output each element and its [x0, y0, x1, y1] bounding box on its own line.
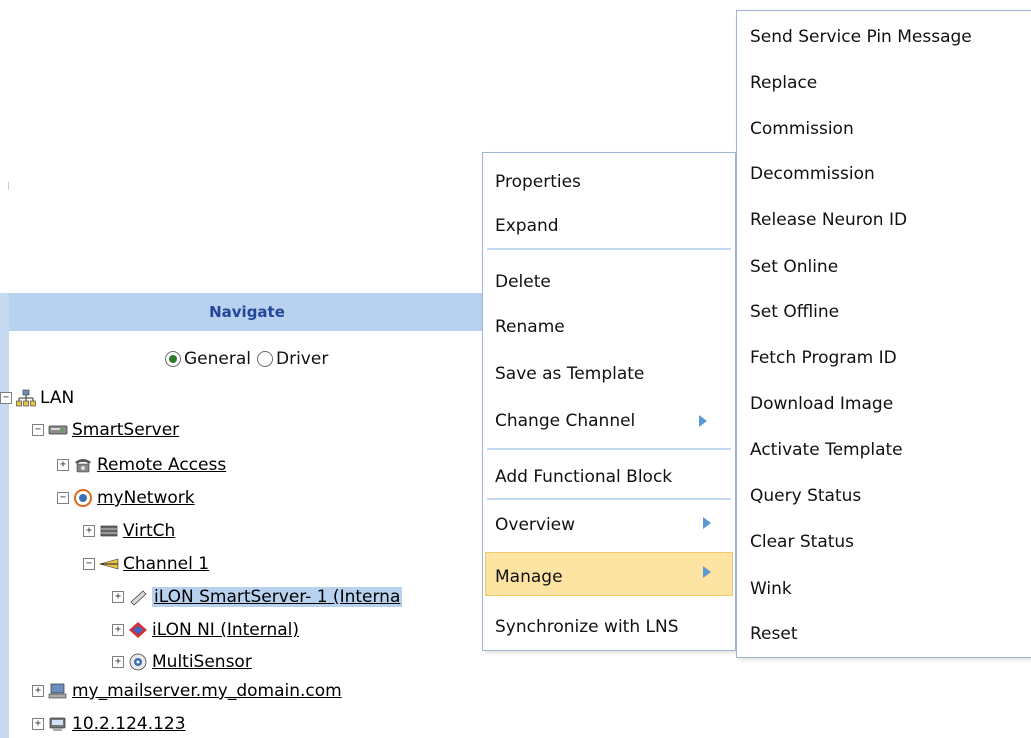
menu-item-manage[interactable]: Manage — [495, 565, 563, 589]
menu-item-delete[interactable]: Delete — [495, 270, 551, 294]
expand-toggle[interactable]: + — [32, 718, 44, 730]
virtual-channel-icon — [99, 522, 119, 540]
tree-link-channel1[interactable]: Channel 1 — [123, 554, 209, 574]
collapse-toggle[interactable]: − — [83, 558, 95, 570]
collapse-toggle[interactable]: − — [0, 392, 12, 404]
radio-driver-option[interactable]: Driver — [257, 349, 328, 369]
submenu-item-set-online[interactable]: Set Online — [750, 255, 838, 279]
menu-item-change-channel[interactable]: Change Channel — [495, 409, 635, 433]
remote-device-icon — [48, 715, 68, 733]
tree-link-remote-access[interactable]: Remote Access — [97, 455, 226, 475]
network-lan-icon — [16, 389, 36, 407]
menu-separator — [487, 498, 731, 500]
submenu-item-clear-status[interactable]: Clear Status — [750, 530, 854, 554]
computer-icon — [48, 682, 68, 700]
menu-item-properties[interactable]: Properties — [495, 170, 581, 194]
tree-item-smartserver[interactable]: − SmartServer — [32, 418, 179, 442]
tree-item-lan[interactable]: − LAN — [0, 386, 74, 410]
submenu-item-send-service-pin[interactable]: Send Service Pin Message — [750, 25, 972, 49]
tree-item-ilon-ni[interactable]: + iLON NI (Internal) — [112, 618, 299, 642]
server-icon — [48, 421, 68, 439]
submenu-item-decommission[interactable]: Decommission — [750, 162, 875, 186]
submenu-item-wink[interactable]: Wink — [750, 577, 792, 601]
tree-link-smartserver[interactable]: SmartServer — [72, 420, 179, 440]
channel-icon — [98, 555, 119, 573]
navigate-panel: Navigate General Driver − LAN − SmartSer… — [0, 293, 485, 738]
submenu-item-reset[interactable]: Reset — [750, 622, 798, 646]
tree-item-channel1[interactable]: − Channel 1 — [83, 552, 209, 576]
radio-general-option[interactable]: General — [165, 349, 251, 369]
tree-link-ilon-smartserver[interactable]: iLON SmartServer- 1 (Interna — [152, 587, 403, 607]
submenu-item-activate-template[interactable]: Activate Template — [750, 438, 903, 462]
submenu-item-replace[interactable]: Replace — [750, 71, 817, 95]
tree-link-ip[interactable]: 10.2.124.123 — [72, 714, 186, 734]
radio-general-button[interactable] — [165, 351, 181, 367]
submenu-item-set-offline[interactable]: Set Offline — [750, 300, 839, 324]
submenu-item-commission[interactable]: Commission — [750, 117, 854, 141]
expand-toggle[interactable]: + — [83, 525, 95, 537]
radio-general-label: General — [184, 349, 251, 369]
expand-toggle[interactable]: + — [32, 685, 44, 697]
tree-link-virtch[interactable]: VirtCh — [123, 521, 175, 541]
tree-link-ilon-ni[interactable]: iLON NI (Internal) — [152, 620, 299, 640]
radio-driver-button[interactable] — [257, 351, 273, 367]
device-icon — [128, 588, 148, 606]
menu-separator — [487, 448, 731, 450]
tree-link-multisensor[interactable]: MultiSensor — [152, 652, 252, 672]
submenu-item-download-image[interactable]: Download Image — [750, 392, 893, 416]
navigate-left-bar — [0, 293, 9, 738]
tree-item-mynetwork[interactable]: − myNetwork — [57, 486, 195, 510]
expand-toggle[interactable]: + — [112, 624, 124, 636]
navigate-header: Navigate — [9, 293, 485, 331]
radio-driver-label: Driver — [276, 349, 329, 369]
stray-tick-mark — [8, 182, 9, 190]
lns-network-icon — [73, 489, 93, 507]
tree-label-lan: LAN — [40, 388, 75, 408]
tree-item-remote-access[interactable]: + Remote Access — [57, 453, 226, 477]
tree-link-mynetwork[interactable]: myNetwork — [97, 488, 195, 508]
menu-item-synchronize[interactable]: Synchronize with LNS — [495, 615, 679, 639]
tree-item-virtch[interactable]: + VirtCh — [83, 519, 175, 543]
menu-item-expand[interactable]: Expand — [495, 214, 559, 238]
submenu-arrow-icon — [699, 415, 707, 427]
context-menu: Properties Expand Delete Rename Save as … — [482, 152, 736, 651]
submenu-arrow-icon — [703, 517, 711, 529]
collapse-toggle[interactable]: − — [57, 492, 69, 504]
menu-item-add-functional-block[interactable]: Add Functional Block — [495, 465, 672, 489]
menu-separator — [487, 248, 731, 250]
tree-link-mailserver[interactable]: my_mailserver.my_domain.com — [72, 681, 342, 701]
expand-toggle[interactable]: + — [57, 459, 69, 471]
tree-item-ip[interactable]: + 10.2.124.123 — [32, 712, 186, 736]
submenu-item-release-neuron-id[interactable]: Release Neuron ID — [750, 208, 907, 232]
telephone-icon — [73, 456, 93, 474]
expand-toggle[interactable]: + — [112, 656, 124, 668]
tree-item-mailserver[interactable]: + my_mailserver.my_domain.com — [32, 679, 342, 703]
submenu-item-fetch-program-id[interactable]: Fetch Program ID — [750, 346, 897, 370]
submenu-item-query-status[interactable]: Query Status — [750, 484, 861, 508]
expand-toggle[interactable]: + — [112, 591, 124, 603]
tree-item-ilon-smartserver[interactable]: + iLON SmartServer- 1 (Interna — [112, 585, 403, 609]
menu-item-overview[interactable]: Overview — [495, 513, 575, 537]
menu-item-rename[interactable]: Rename — [495, 315, 565, 339]
view-radio-group: General Driver — [165, 348, 334, 370]
sensor-icon — [128, 653, 148, 671]
manage-submenu: Send Service Pin Message Replace Commiss… — [736, 10, 1031, 658]
submenu-arrow-icon — [703, 566, 711, 578]
menu-item-save-as-template[interactable]: Save as Template — [495, 362, 644, 386]
collapse-toggle[interactable]: − — [32, 424, 44, 436]
ni-device-icon — [128, 621, 148, 639]
tree-item-multisensor[interactable]: + MultiSensor — [112, 650, 252, 674]
